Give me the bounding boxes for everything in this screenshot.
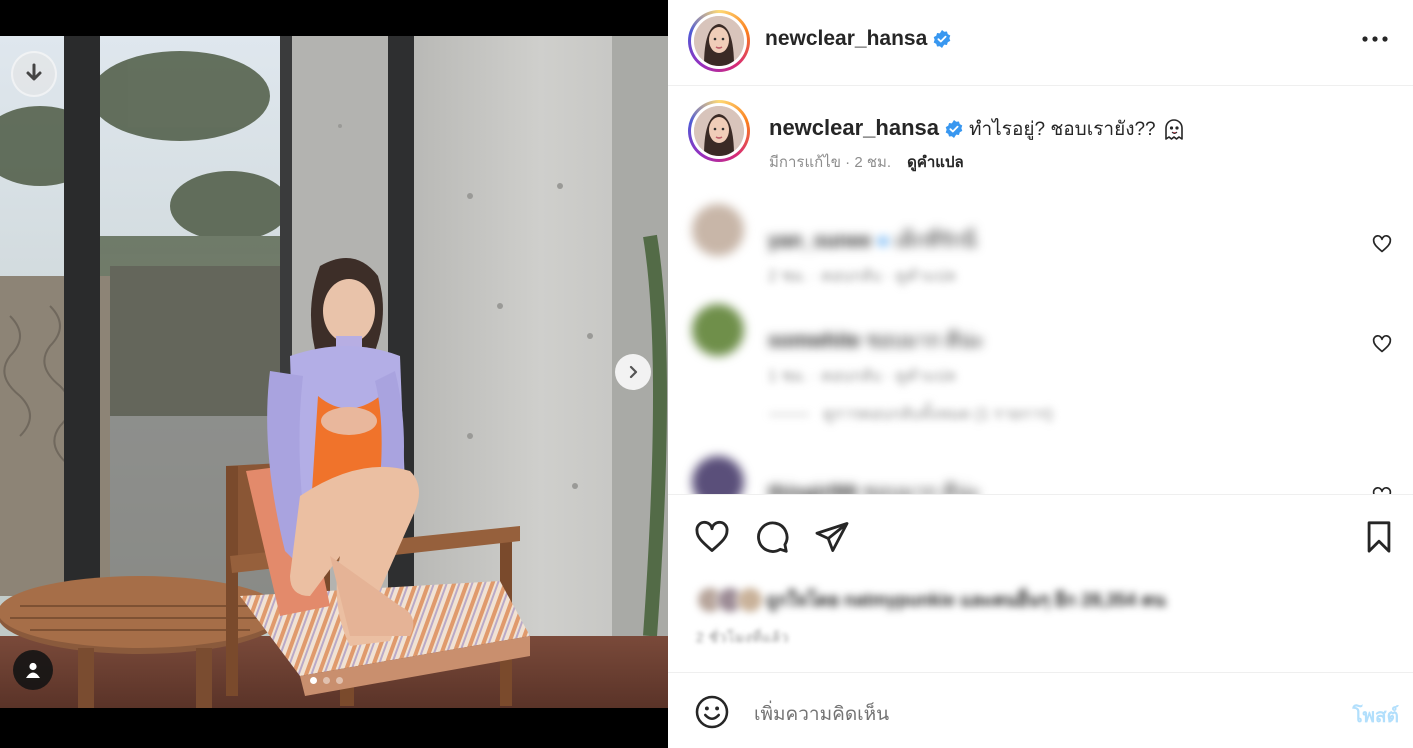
comment-username[interactable]: yan_sunee ● เด็กที่รักนี่ [768,224,976,256]
verified-badge-icon [945,120,963,138]
comments-list: yan_sunee ● เด็กที่รักนี่ 2 ชม. · ตอบกลั… [668,190,1413,494]
next-image-button[interactable] [615,354,651,390]
post-timestamp[interactable]: 2 ชั่วโมงที่แล้ว [696,627,789,649]
post-details-panel: newclear_hansa newclear_hansa ทำไรอยู่? … [668,0,1413,748]
carousel-dot [336,677,343,684]
share-button[interactable] [812,517,852,557]
save-button[interactable] [1359,517,1399,557]
caption-avatar-image [694,106,744,156]
comment-like-heart-icon[interactable] [1372,234,1392,254]
edited-timestamp: มีการแก้ไข · 2 ชม. [769,154,892,171]
likes-summary[interactable]: ถูกใจโดย natmypunkie และคนอื่นๆ อีก 28,3… [696,585,1166,614]
comment-composer: โพสต์ [668,672,1413,748]
post-actions: ถูกใจโดย natmypunkie และคนอื่นๆ อีก 28,3… [668,494,1413,672]
comment-meta: 1 ชม. · ตอบกลับ · ดูคำแปล [768,368,956,385]
header-username[interactable]: newclear_hansa [765,27,951,51]
post-comment-button[interactable]: โพสต์ [1352,701,1399,731]
user-tag-icon [26,662,40,678]
comment-username[interactable]: thisgirl99 ชอบมาก ดีน่ะ [768,476,980,494]
view-replies-button[interactable]: ดูการตอบกลับทั้งหมด (1 รายการ) [769,402,1053,427]
carousel-indicator [310,677,343,684]
comment-text: ชอบมาก ดีน่ะ [862,482,981,494]
comment-like-heart-icon[interactable] [1372,334,1392,354]
comment-button[interactable] [752,517,792,557]
download-icon [26,63,42,81]
user-tags-button[interactable] [13,650,53,690]
carousel-dot [310,677,317,684]
author-avatar[interactable] [688,10,750,72]
caption-username[interactable]: newclear_hansa [769,115,939,141]
author-avatar-image [694,16,744,66]
post-media [0,0,668,748]
chevron-right-icon [629,365,638,379]
ghost-emoji-icon [1164,119,1183,140]
comment-text: เด็กที่รักนี่ [894,230,977,252]
heart-icon [695,520,729,552]
carousel-dot [323,677,330,684]
likes-text[interactable]: ถูกใจโดย natmypunkie และคนอื่นๆ อีก 28,3… [766,585,1166,614]
caption-meta: มีการแก้ไข · 2 ชม. ดูคำแปล [769,150,964,174]
caption-text: ทำไรอยู่? ชอบเรายัง?? [968,119,1156,140]
bookmark-icon [1367,521,1391,553]
more-options-button[interactable] [1359,28,1391,50]
comment-like-heart-icon[interactable] [1372,486,1392,494]
header-username-text[interactable]: newclear_hansa [765,27,927,51]
comment-meta: 2 ชม. · ตอบกลับ · ดูคำแปล [768,268,956,285]
comment-avatar[interactable] [692,204,744,256]
emoji-picker-button[interactable] [694,694,730,730]
like-button[interactable] [692,517,732,557]
smiley-icon [695,695,729,729]
comment-bubble-icon [757,521,789,553]
post-photo [0,36,668,708]
caption: newclear_hansa ทำไรอยู่? ชอบเรายัง?? [769,114,1186,144]
photo-scene [0,36,668,708]
comment-username[interactable]: somwhite ชอบมาก ดีน่ะ [768,324,984,356]
likers-avatars [696,585,764,614]
verified-badge-icon [933,30,951,48]
caption-avatar[interactable] [688,100,750,162]
comment-input[interactable] [754,697,1314,731]
comment-text: ชอบมาก ดีน่ะ [865,330,984,352]
see-translation-link[interactable]: ดูคำแปล [907,150,964,174]
comment-avatar[interactable] [692,456,744,494]
paper-plane-icon [815,522,849,552]
post-header: newclear_hansa [668,0,1413,86]
download-button[interactable] [11,51,57,97]
comment-avatar[interactable] [692,304,744,356]
more-horizontal-icon [1362,36,1388,42]
